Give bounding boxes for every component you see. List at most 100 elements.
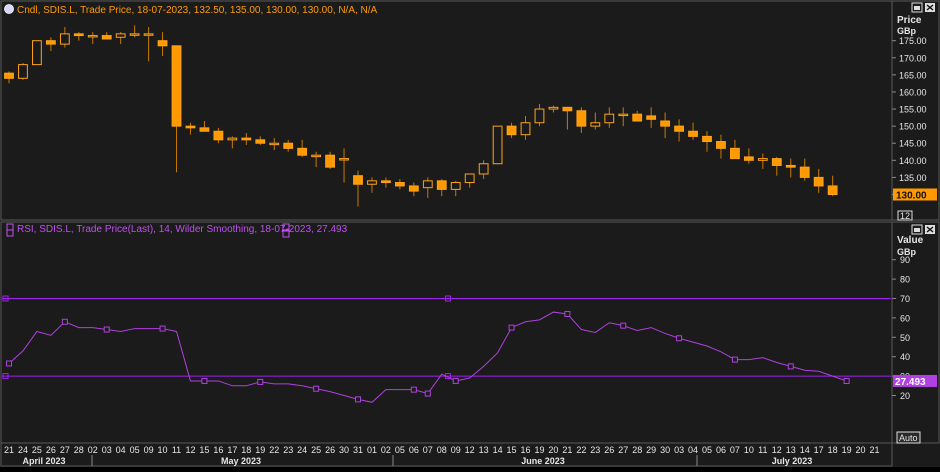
- rsi-point-marker: [410, 386, 417, 393]
- auto-scale-button[interactable]: Auto: [896, 431, 921, 444]
- price-tick-label: 165.00: [899, 70, 927, 80]
- month-label: May 2023: [221, 456, 261, 466]
- last-rsi-tag: 27.493: [893, 374, 937, 388]
- candle-body-down: [408, 185, 419, 192]
- price-tick-label: 135.00: [899, 173, 927, 183]
- date-tick-label: 18: [828, 445, 838, 455]
- date-tick-label: 28: [632, 445, 642, 455]
- candle: [32, 40, 42, 66]
- date-tick-label: 27: [618, 445, 628, 455]
- candle-body-down: [241, 137, 252, 141]
- date-tick-label: 10: [158, 445, 168, 455]
- date-tick-label: 13: [479, 445, 489, 455]
- interval-badge[interactable]: 12: [897, 210, 913, 221]
- rsi-tick-label: 90: [900, 255, 910, 265]
- date-tick-label: 06: [409, 445, 419, 455]
- date-tick-label: 09: [451, 445, 461, 455]
- candle-body-up: [311, 154, 322, 158]
- date-tick-label: 31: [353, 445, 363, 455]
- candle-body-up: [757, 158, 768, 161]
- price-axis-unit: GBp: [897, 26, 917, 36]
- date-tick-label: 15: [199, 445, 209, 455]
- date-tick-label: 11: [758, 445, 767, 455]
- candle-body-down: [353, 175, 363, 185]
- date-tick-label: 17: [227, 445, 237, 455]
- candle-body-down: [702, 135, 712, 143]
- rsi-tick-label: 20: [900, 391, 910, 401]
- candle-body-down: [381, 180, 391, 184]
- date-tick-label: 19: [842, 445, 852, 455]
- candle-body-down: [771, 158, 782, 166]
- price-tick-label: 145.00: [899, 139, 927, 149]
- candle-body-up: [227, 137, 238, 141]
- candle-body-down: [743, 156, 754, 161]
- date-tick-label: 07: [730, 445, 740, 455]
- candle-body-down: [297, 147, 308, 156]
- rsi-point-marker: [257, 378, 264, 385]
- date-tick-label: 27: [60, 445, 70, 455]
- candle-body-down: [730, 147, 740, 160]
- month-label: July 2023: [772, 456, 813, 466]
- rsi-point-marker: [313, 385, 320, 392]
- candle-body-up: [129, 33, 140, 36]
- candle-body-down: [506, 125, 517, 136]
- date-tick-label: 26: [604, 445, 614, 455]
- candle-body-down: [199, 127, 210, 132]
- price-legend-text: Cndl, SDIS.L, Trade Price, 18-07-2023, 1…: [17, 5, 378, 16]
- last-price-tag: 130.00: [893, 188, 937, 202]
- candle-body-down: [716, 141, 726, 149]
- candle-body-down: [813, 176, 824, 187]
- candle-body-up: [115, 33, 126, 38]
- price-tick-label: 140.00: [899, 156, 927, 166]
- date-tick-label: 14: [800, 445, 810, 455]
- price-legend[interactable]: Cndl, SDIS.L, Trade Price, 18-07-2023, 1…: [4, 4, 378, 17]
- candle-body-up: [32, 40, 42, 66]
- date-tick-label: 23: [590, 445, 600, 455]
- date-tick-label: 04: [116, 445, 126, 455]
- rsi-point-marker: [508, 324, 515, 331]
- candle-body-up: [143, 33, 154, 36]
- candle-body-up: [534, 108, 545, 124]
- candle-body-down: [660, 120, 671, 127]
- rsi-close-button[interactable]: [925, 225, 935, 234]
- date-tick-label: 22: [576, 445, 586, 455]
- date-tick-label: 24: [18, 445, 28, 455]
- candle-body-down: [157, 40, 168, 47]
- candle-body-down: [283, 142, 294, 149]
- date-tick-label: 16: [521, 445, 531, 455]
- date-tick-label: 07: [423, 445, 433, 455]
- candle-body-up: [520, 122, 531, 136]
- rsi-point-marker: [787, 363, 794, 370]
- month-label: April 2023: [22, 456, 65, 466]
- date-tick-label: 03: [674, 445, 684, 455]
- candle-body-down: [101, 35, 112, 40]
- interval-badge-label: 12: [900, 211, 910, 221]
- candle-body-up: [367, 180, 377, 185]
- chart-svg: Cndl, SDIS.L, Trade Price, 18-07-2023, 1…: [0, 0, 940, 467]
- rsi-tick-label: 70: [900, 294, 910, 304]
- candle-body-up: [59, 33, 70, 45]
- price-axis-title: Price: [897, 15, 922, 26]
- price-close-button[interactable]: [925, 3, 935, 12]
- date-tick-label: 21: [4, 445, 14, 455]
- rsi-tick-label: 80: [900, 275, 910, 285]
- rsi-point-marker: [452, 377, 459, 384]
- candle-body-up: [604, 113, 615, 124]
- candle-body-up: [339, 158, 349, 161]
- date-tick-label: 26: [46, 445, 56, 455]
- candle-body-up: [422, 180, 433, 189]
- candle-body-up: [464, 173, 475, 184]
- candle-body-down: [171, 45, 182, 127]
- chart-window: Cndl, SDIS.L, Trade Price, 18-07-2023, 1…: [0, 0, 940, 467]
- candle-body-down: [436, 180, 447, 190]
- candle-body-down: [646, 115, 657, 120]
- date-tick-label: 05: [130, 445, 140, 455]
- candle-body-down: [674, 125, 684, 132]
- rsi-point-marker: [424, 390, 431, 397]
- date-tick-label: 06: [716, 445, 726, 455]
- date-tick-label: 09: [144, 445, 154, 455]
- candle: [492, 125, 503, 165]
- rsi-point-marker: [159, 325, 166, 332]
- candle-body-down: [45, 40, 56, 45]
- date-tick-label: 21: [562, 445, 572, 455]
